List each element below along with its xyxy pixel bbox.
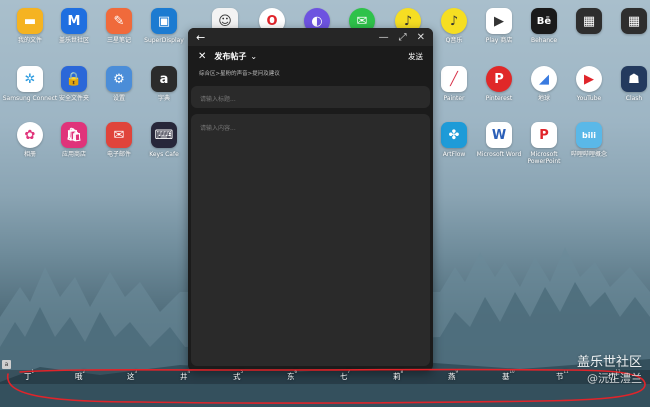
candidate-text: 丁 [24, 372, 32, 381]
candidate-item[interactable]: 式5 [233, 368, 253, 382]
ime-candidate-bar [0, 370, 650, 384]
back-arrow-icon[interactable]: ← [196, 31, 205, 44]
painter-icon: ╱ [441, 66, 467, 92]
app-keys-cafe[interactable]: ⌨ Keys Cafe [134, 122, 194, 158]
clash-icon: ☗ [621, 66, 647, 92]
candidate-index: 6 [294, 368, 298, 374]
input-mode-badge[interactable]: a [2, 360, 11, 369]
candidate-item[interactable]: 东6 [287, 368, 307, 382]
candidate-text: 式 [233, 372, 241, 381]
post-title-heading[interactable]: 发布帖子 [214, 51, 246, 62]
candidate-index: 8 [400, 368, 404, 374]
chevron-down-icon[interactable]: ⌄ [250, 52, 257, 61]
title-input[interactable]: 请输入标题... [191, 86, 430, 108]
candidate-text: 哦 [75, 372, 83, 381]
post-header: ✕ 发布帖子 ⌄ 发送 [188, 46, 433, 66]
email-icon: ✉ [106, 122, 132, 148]
candidate-index: 5 [240, 368, 244, 374]
app-label: SuperDisplay [144, 37, 184, 44]
keys-cafe-icon: ⌨ [151, 122, 177, 148]
superdisplay-icon: ▣ [151, 8, 177, 34]
candidate-index: 2 [82, 368, 86, 374]
microsoft-powerpoint-icon: P [531, 122, 557, 148]
app-zidian[interactable]: a 字典 [134, 66, 194, 102]
send-button[interactable]: 发送 [408, 51, 423, 62]
candidate-item[interactable]: 哦2 [75, 368, 95, 382]
app-label: 字典 [157, 95, 170, 102]
app-folder-2[interactable]: ▦ [604, 8, 650, 37]
settings-icon: ⚙ [106, 66, 132, 92]
app-label: Behance [530, 37, 558, 44]
minimize-icon[interactable]: — [379, 32, 389, 43]
candidate-index: 11 [563, 368, 569, 374]
pinterest-icon: P [486, 66, 512, 92]
candidate-item[interactable]: 丁1 [24, 368, 44, 382]
galaxy-store-icon: 🛍 [61, 122, 87, 148]
candidate-text: 燕 [448, 372, 456, 381]
app-label: Clash [625, 95, 643, 102]
candidate-text: 七 [340, 372, 348, 381]
candidate-item[interactable]: 井4 [180, 368, 200, 382]
watermark-author: @沅芷澧兰 [587, 372, 642, 385]
zidian-icon: a [151, 66, 177, 92]
artflow-icon: ✤ [441, 122, 467, 148]
play-store-icon: ▶ [486, 8, 512, 34]
samsung-connect-icon: ✲ [17, 66, 43, 92]
window-title-bar[interactable]: ← — ⤢ ✕ [188, 28, 433, 46]
app-bilibili-hd[interactable]: bili 哔哩哔哩概念 [559, 122, 619, 158]
app-label: 哔哩哔哩概念 [570, 151, 607, 158]
bilibili-hd-icon: bili [576, 122, 602, 148]
youtube-icon: ▶ [576, 66, 602, 92]
post-editor-window: ← — ⤢ ✕ ✕ 发布帖子 ⌄ 发送 综合区>星粉的声音>提问及建议 请输入标… [188, 28, 433, 371]
candidate-index: 9 [455, 368, 459, 374]
candidate-item[interactable]: 七7 [340, 368, 360, 382]
candidate-text: 节 [556, 372, 564, 381]
candidate-text: 这 [127, 372, 135, 381]
maximize-icon[interactable]: ⤢ [399, 32, 407, 43]
behance-icon: Bē [531, 8, 557, 34]
app-superdisplay[interactable]: ▣ SuperDisplay [134, 8, 194, 44]
watermark: 盖乐世社区 @沅芷澧兰 [577, 355, 642, 387]
qq-music-icon: ♪ [441, 8, 467, 34]
window-close-icon[interactable]: ✕ [417, 32, 425, 43]
folder-2-icon: ▦ [621, 8, 647, 34]
candidate-item[interactable]: 莉8 [393, 368, 413, 382]
microsoft-word-icon: W [486, 122, 512, 148]
close-post-icon[interactable]: ✕ [198, 51, 206, 62]
candidate-item[interactable]: 节11 [556, 368, 579, 382]
candidate-item[interactable]: 燕9 [448, 368, 468, 382]
candidate-text: 莉 [393, 372, 401, 381]
candidate-text: 井 [180, 372, 188, 381]
folder-1-icon: ▦ [576, 8, 602, 34]
candidate-item[interactable]: 这3 [127, 368, 147, 382]
earth-icon: ◢ [531, 66, 557, 92]
candidate-text: 基 [502, 372, 510, 381]
candidate-text: 东 [287, 372, 295, 381]
content-input[interactable]: 请输入内容... [191, 114, 430, 366]
candidate-index: 3 [134, 368, 138, 374]
app-label: Keys Cafe [149, 151, 179, 158]
candidate-index: 1 [31, 368, 35, 374]
candidate-index: 10 [509, 368, 515, 374]
gallery-icon: ✿ [17, 122, 43, 148]
candidate-item[interactable]: 基10 [502, 368, 525, 382]
breadcrumb[interactable]: 综合区>星粉的声音>提问及建议 [188, 66, 433, 80]
galaxy-community-icon: M [61, 8, 87, 34]
candidate-index: 4 [187, 368, 191, 374]
app-clash[interactable]: ☗ Clash [604, 66, 650, 102]
secure-folder-icon: 🔒 [61, 66, 87, 92]
watermark-site: 盖乐世社区 [576, 355, 642, 370]
samsung-notes-icon: ✎ [106, 8, 132, 34]
candidate-index: 7 [347, 368, 351, 374]
my-files-icon: ▬ [17, 8, 43, 34]
